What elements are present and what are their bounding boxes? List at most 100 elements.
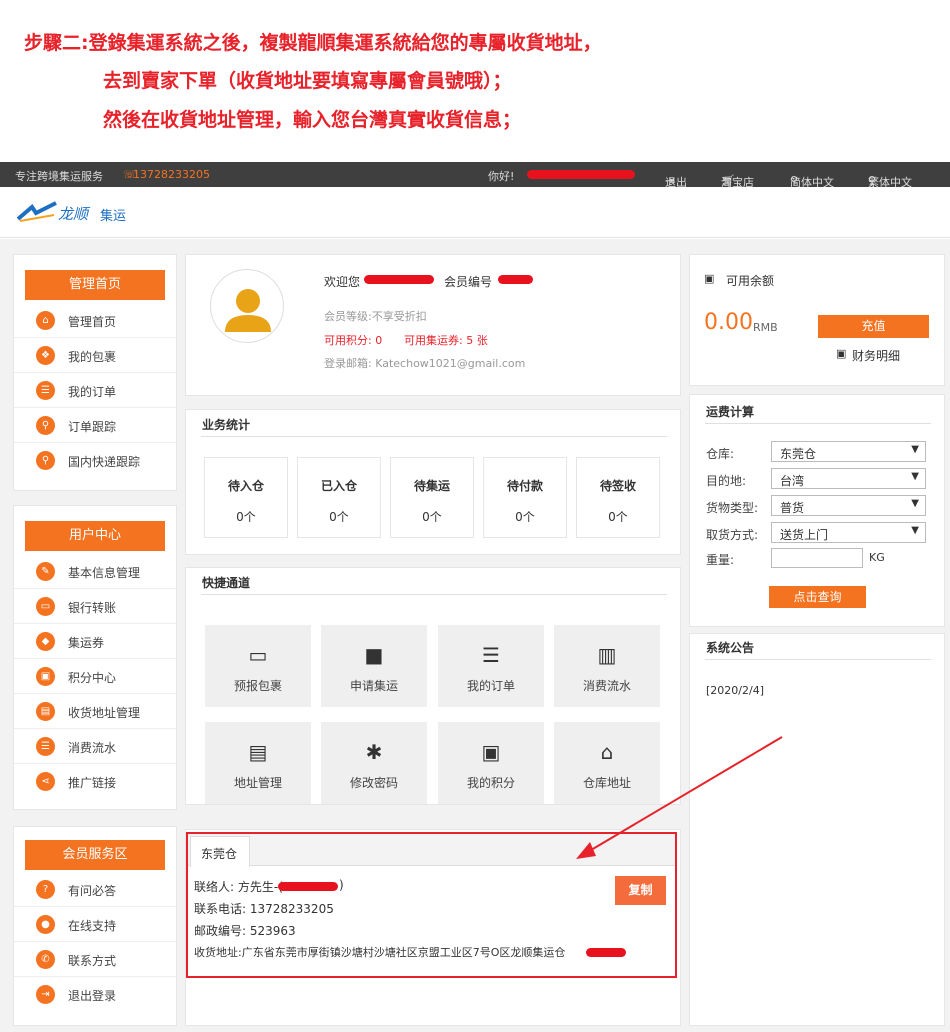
- redacted-member-number: [498, 275, 533, 284]
- list-icon: ☰: [36, 737, 55, 756]
- sidebar-item-domestic-tracking[interactable]: ⚲ 国内快递跟踪: [14, 443, 176, 478]
- shortcut-label: 预报包裹: [233, 679, 282, 693]
- shortcut-my-orders[interactable]: ☰ 我的订单: [438, 625, 544, 707]
- destination-label: 目的地:: [706, 474, 747, 488]
- sidebar-item-orders[interactable]: ☰ 我的订单: [14, 373, 176, 408]
- sidebar-home-title: 管理首页: [25, 270, 165, 300]
- stat-pending-payment[interactable]: 待付款 0个: [483, 457, 567, 538]
- recharge-button[interactable]: 充值: [818, 315, 929, 338]
- sidebar-label: 有问必答: [68, 884, 117, 898]
- logo-brand: 龙顺: [58, 205, 89, 223]
- sidebar-item-order-tracking[interactable]: ⚲ 订单跟踪: [14, 408, 176, 443]
- shortcut-change-password[interactable]: ✱ 修改密码: [321, 722, 427, 804]
- finance-details-link[interactable]: 财务明细: [852, 347, 900, 364]
- user-avatar-icon: [225, 289, 271, 332]
- sidebar-item-packages[interactable]: ❖ 我的包裹: [14, 338, 176, 373]
- shortcut-spending[interactable]: ▥ 消费流水: [554, 625, 660, 707]
- shortcut-warehouse-address[interactable]: ⌂ 仓库地址: [554, 722, 660, 804]
- sidebar-item-contact[interactable]: ✆ 联系方式: [14, 942, 176, 977]
- sidebar-item-bank-transfer[interactable]: ▭ 银行转账: [14, 589, 176, 624]
- gear-icon: ✱: [365, 740, 383, 764]
- drive-icon: ▭: [248, 643, 268, 667]
- available-points: 可用积分: 0: [324, 334, 383, 347]
- shortcut-my-points[interactable]: ▣ 我的积分: [438, 722, 544, 804]
- notice-divider: [705, 659, 931, 660]
- gift-icon: ▣: [36, 667, 55, 686]
- share-icon: ⋖: [36, 772, 55, 791]
- stat-value: 0个: [422, 510, 442, 524]
- gift-icon: ▣: [481, 740, 501, 764]
- stat-pending-receipt[interactable]: 待签收 0个: [576, 457, 660, 538]
- sidebar-label: 基本信息管理: [68, 566, 141, 580]
- redacted-contact: [278, 882, 338, 891]
- balance-label: 可用余额: [726, 274, 775, 288]
- sidebar-item-spending[interactable]: ☰ 消费流水: [14, 729, 176, 764]
- wallet-icon: ▣: [704, 272, 715, 285]
- stat-pending-consolidation[interactable]: 待集运 0个: [390, 457, 474, 538]
- instruction-line-1: 步驟二:登錄集運系統之後，複製龍順集運系統給您的專屬收貨地址，: [24, 32, 602, 54]
- sidebar-item-points[interactable]: ▣ 积分中心: [14, 659, 176, 694]
- balance-panel: ▣ 可用余额 0.00 RMB 充值 ▣ 财务明细: [689, 254, 945, 386]
- user-icon: ●: [36, 915, 55, 934]
- sidebar-user-panel: 用户中心 ✎ 基本信息管理 ▭ 银行转账 ◆ 集运券 ▣ 积分中心 ▤ 收货地址管理 ☰ 消…: [13, 505, 177, 810]
- pickup-value: 送货上门: [780, 528, 829, 542]
- logout-icon: ⇥: [36, 985, 55, 1004]
- sidebar-service-title: 会员服务区: [25, 840, 165, 870]
- question-icon: ?: [36, 880, 55, 899]
- weight-input[interactable]: [771, 548, 863, 568]
- goods-type-select[interactable]: 普货 ▼: [771, 495, 926, 516]
- sidebar-label: 收货地址管理: [68, 706, 141, 720]
- sidebar-item-logout[interactable]: ⇥ 退出登录: [14, 977, 176, 1012]
- calculator-divider: [705, 423, 931, 424]
- top-bar: 专注跨境集运服务 ☏ 13728233205 你好! ⇥ 退出 🛒︎ 淘宝店 ⚲…: [0, 162, 950, 189]
- home-icon: ⌂: [600, 740, 614, 764]
- sidebar-label: 消费流水: [68, 741, 117, 755]
- sidebar-item-profile[interactable]: ✎ 基本信息管理: [14, 554, 176, 589]
- pickup-select[interactable]: 送货上门 ▼: [771, 522, 926, 543]
- sidebar-item-online-support[interactable]: ● 在线支持: [14, 907, 176, 942]
- stat-label: 待入仓: [227, 479, 264, 493]
- dropdown-arrow-icon: ▼: [911, 471, 919, 482]
- sidebar-label: 联系方式: [68, 954, 117, 968]
- shipping-calculator-panel: 运费计算 仓库: 东莞仓 ▼ 目的地: 台湾 ▼ 货物类型: 普货 ▼ 取货方式: 送…: [689, 394, 945, 627]
- shortcut-label: 我的订单: [466, 679, 515, 693]
- query-button[interactable]: 点击查询: [769, 586, 866, 608]
- shortcut-forecast-package[interactable]: ▭ 预报包裹: [205, 625, 311, 707]
- id-card-icon: ▤: [36, 702, 55, 721]
- stat-inbound[interactable]: 已入仓 0个: [297, 457, 381, 538]
- site-logo[interactable]: 龙顺 集运: [16, 201, 146, 225]
- goods-type-value: 普货: [780, 501, 805, 515]
- sidebar-item-home[interactable]: ⌂ 管理首页: [14, 303, 176, 338]
- shortcut-apply-consolidation[interactable]: ■ 申请集运: [321, 625, 427, 707]
- balance-currency: RMB: [753, 321, 778, 334]
- sidebar-label: 国内快递跟踪: [68, 455, 141, 469]
- dropdown-arrow-icon: ▼: [911, 498, 919, 509]
- phone-icon: ✆: [36, 950, 55, 969]
- member-number-label: 会员编号: [444, 275, 493, 289]
- address-tab[interactable]: 东莞仓: [190, 836, 250, 867]
- destination-select[interactable]: 台湾 ▼: [771, 468, 926, 489]
- sidebar-item-coupons[interactable]: ◆ 集运券: [14, 624, 176, 659]
- warehouse-select[interactable]: 东莞仓 ▼: [771, 441, 926, 462]
- stat-pending-inbound[interactable]: 待入仓 0个: [204, 457, 288, 538]
- sidebar-label: 管理首页: [68, 315, 117, 329]
- warehouse-label: 仓库:: [706, 447, 735, 461]
- shortcut-address-management[interactable]: ▤ 地址管理: [205, 722, 311, 804]
- shortcut-label: 申请集运: [349, 679, 398, 693]
- copy-address-button[interactable]: 复制: [615, 876, 666, 905]
- destination-value: 台湾: [780, 474, 805, 488]
- address-phone: 联系电话: 13728233205: [194, 902, 334, 916]
- sidebar-item-referral[interactable]: ⋖ 推广链接: [14, 764, 176, 799]
- greeting: 你好!: [488, 170, 515, 183]
- member-level: 会员等级:不享受折扣: [324, 310, 427, 323]
- redacted-name: [364, 275, 434, 284]
- notice-item[interactable]: [2020/2/4]: [706, 684, 764, 697]
- sidebar-item-faq[interactable]: ? 有问必答: [14, 872, 176, 907]
- address-contact-end: ): [339, 878, 344, 892]
- list-icon: ☰: [482, 643, 500, 667]
- sidebar-item-address-management[interactable]: ▤ 收货地址管理: [14, 694, 176, 729]
- sidebar-home-panel: 管理首页 ⌂ 管理首页 ❖ 我的包裹 ☰ 我的订单 ⚲ 订单跟踪 ⚲ 国内快递跟踪: [13, 254, 177, 491]
- stat-value: 0个: [608, 510, 628, 524]
- sidebar-label: 订单跟踪: [68, 420, 117, 434]
- available-coupons: 可用集运券: 5 张: [404, 334, 488, 347]
